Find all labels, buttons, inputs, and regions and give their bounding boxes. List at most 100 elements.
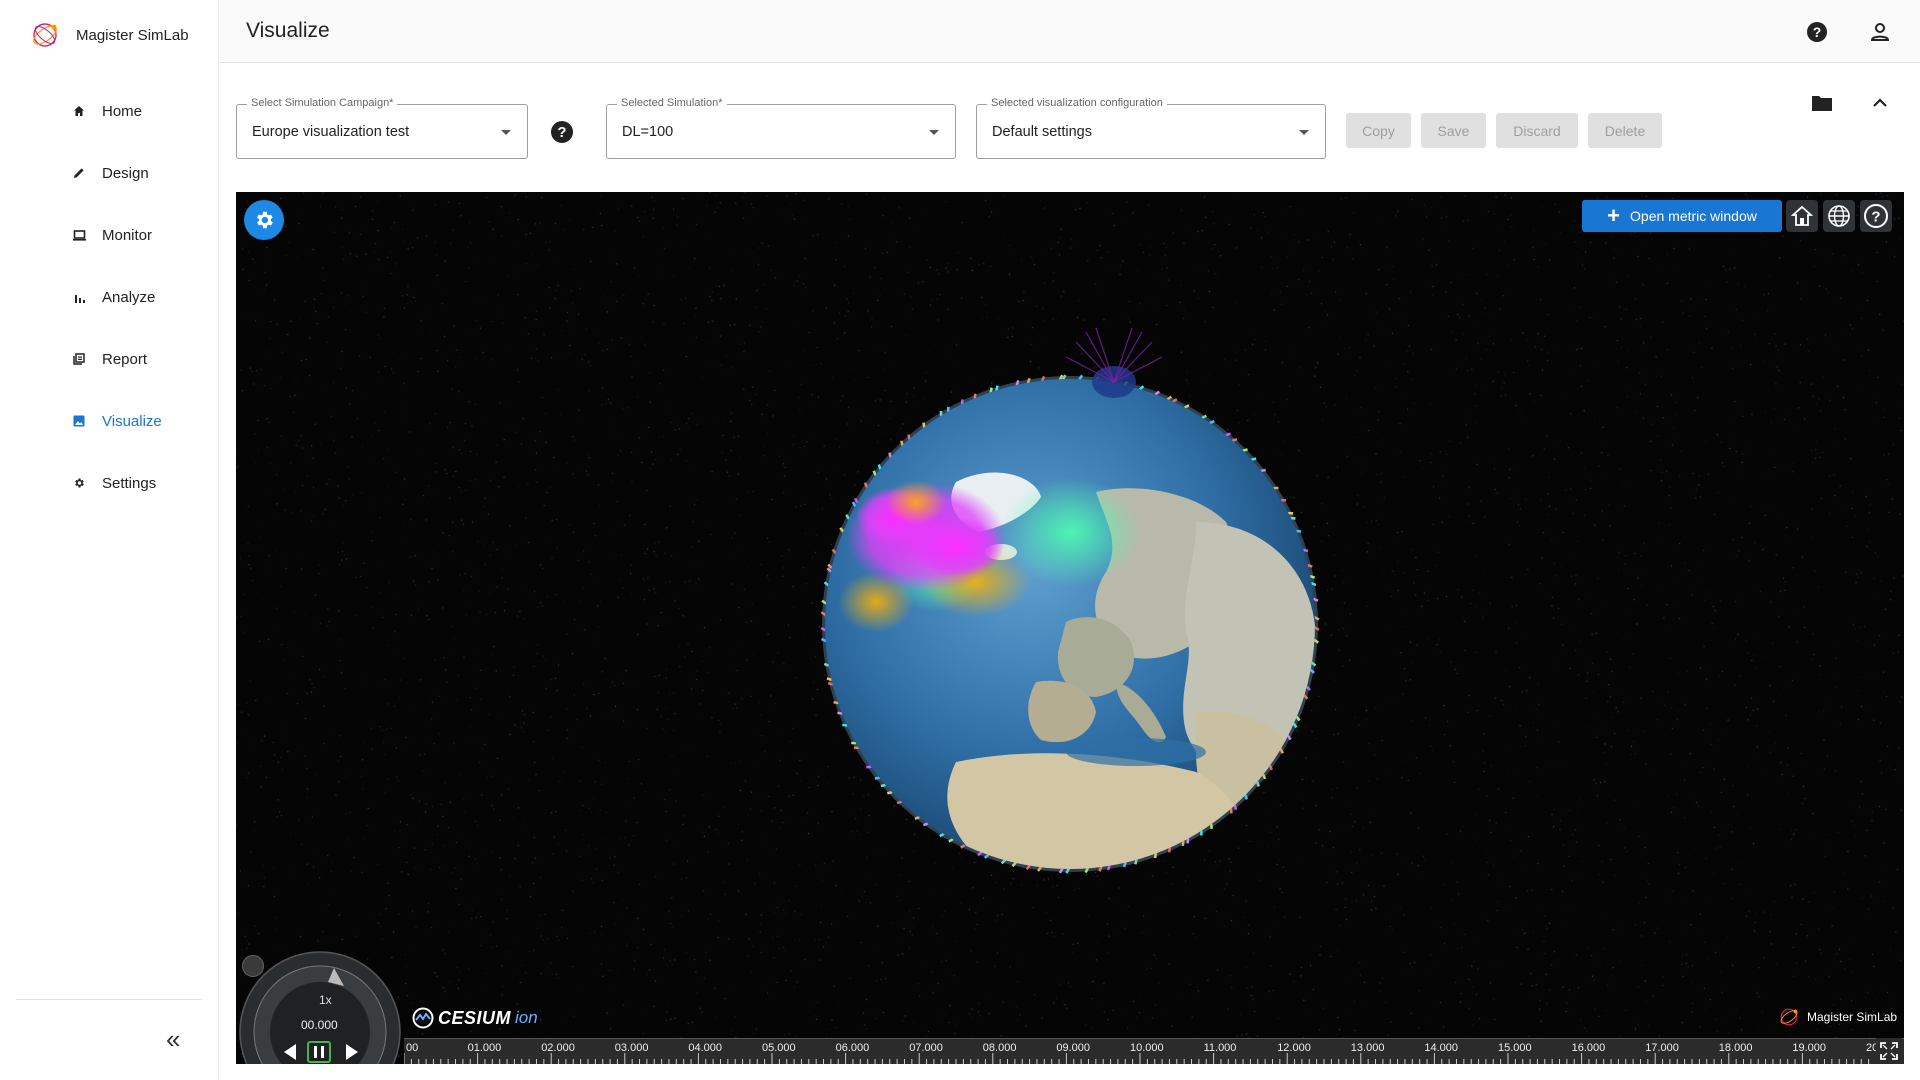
plus-icon: +: [1607, 203, 1621, 228]
vis-config-select-label: Selected visualization configuration: [987, 97, 1167, 109]
timeline-tick-label: 17.000: [1645, 1042, 1679, 1054]
top-header: Visualize ?: [220, 0, 1920, 63]
brand[interactable]: Magister SimLab: [28, 18, 189, 52]
timeline-tick-label: 09.000: [1056, 1042, 1091, 1054]
sidebar-item-label: Analyze: [102, 288, 156, 306]
bar-chart-icon: [72, 290, 86, 304]
timeline[interactable]: 00 01.000 02.000 03.000 04.000 05.000 06.000 07…: [404, 1038, 1904, 1064]
timeline-tick-label: 07.000: [909, 1042, 943, 1054]
simulation-select-value: DL=100: [622, 124, 674, 140]
brand-name: Magister SimLab: [76, 26, 189, 44]
sidebar-item-analyze[interactable]: Analyze: [0, 266, 219, 328]
cesium-logo-icon: [412, 1007, 434, 1029]
watermark-text: Magister SimLab: [1807, 1010, 1898, 1024]
pencil-icon: [72, 166, 86, 180]
timeline-tick-label: 11.000: [1203, 1042, 1237, 1054]
campaign-select-value: Europe visualization test: [252, 124, 410, 140]
help-circle-icon[interactable]: ?: [1805, 20, 1829, 44]
pause-icon: [321, 1046, 324, 1058]
sidebar-item-settings[interactable]: Settings: [0, 452, 219, 514]
campaign-select-label: Select Simulation Campaign*: [247, 97, 398, 109]
timeline-tick-label: 08.000: [982, 1042, 1017, 1054]
viewer-settings-button[interactable]: [244, 200, 284, 240]
svg-text:?: ?: [1871, 209, 1880, 226]
gear-icon: [257, 211, 273, 229]
sidebar-item-report[interactable]: Report: [0, 328, 219, 390]
chevron-up-icon[interactable]: [1872, 96, 1888, 108]
home-icon: [72, 104, 86, 118]
navigation-help-button[interactable]: ?: [1860, 200, 1892, 232]
animation-speed: 1x: [319, 993, 332, 1007]
sidebar-item-monitor[interactable]: Monitor: [0, 204, 219, 266]
sidebar: Magister SimLab Home Design Monitor Anal…: [0, 0, 219, 1080]
realtime-clock-icon[interactable]: [242, 955, 264, 977]
sidebar-nav: Home Design Monitor Analyze Report Visua…: [0, 80, 219, 514]
open-metric-window-label: Open metric window: [1630, 208, 1757, 224]
open-metric-window-button[interactable]: + Open metric window: [1582, 200, 1782, 232]
timeline-tick-label: 15.000: [1498, 1042, 1532, 1054]
pause-button[interactable]: [307, 1041, 331, 1063]
sidebar-item-home[interactable]: Home: [0, 80, 219, 142]
timeline-tick-label: 18.000: [1718, 1042, 1753, 1054]
delete-button[interactable]: Delete: [1588, 113, 1662, 148]
timeline-tick-label: 05.000: [762, 1042, 796, 1054]
chevron-down-icon: [1299, 130, 1309, 135]
cesium-brand: CESIUM: [438, 1007, 512, 1028]
simulation-select[interactable]: Selected Simulation* DL=100: [606, 97, 956, 159]
sidebar-divider: [16, 999, 202, 1000]
page-title: Visualize: [246, 19, 330, 42]
cesium-viewer[interactable]: + Open metric window ? 1x 00.000 CESIUM …: [236, 192, 1904, 1064]
collapse-sidebar-button[interactable]: «: [166, 1026, 180, 1052]
report-icon: [72, 352, 86, 366]
sidebar-item-label: Home: [102, 102, 143, 120]
timeline-tick-label: 19.000: [1792, 1042, 1827, 1054]
timeline-tick-label: 02.000: [541, 1042, 575, 1054]
simulation-select-label: Selected Simulation*: [617, 97, 727, 109]
user-account-icon[interactable]: [1868, 20, 1892, 44]
folder-icon[interactable]: [1811, 93, 1833, 113]
svg-text:?: ?: [1813, 24, 1822, 40]
home-icon: [1791, 205, 1813, 226]
globe-icon: [1828, 205, 1850, 227]
copy-button[interactable]: Copy: [1346, 113, 1411, 148]
timeline-tick-label: 12.000: [1277, 1042, 1311, 1054]
magister-logo-icon: [33, 23, 57, 47]
cesium-ion-logo[interactable]: CESIUM ion: [412, 1007, 538, 1029]
sidebar-item-visualize[interactable]: Visualize: [0, 390, 219, 452]
timeline-tick-label: 06.000: [835, 1042, 870, 1054]
sidebar-item-design[interactable]: Design: [0, 142, 219, 204]
gear-icon: [72, 476, 86, 490]
timeline-tick-label: 10.000: [1130, 1042, 1164, 1054]
magister-logo-icon: [1780, 1008, 1798, 1026]
sidebar-item-label: Settings: [102, 474, 157, 492]
timeline-tick-label: 01.000: [467, 1042, 502, 1054]
animation-time: 00.000: [301, 1018, 338, 1032]
cesium-ion-suffix: ion: [515, 1008, 538, 1027]
help-circle-icon: ?: [1864, 204, 1888, 228]
app-root: Magister SimLab Home Design Monitor Anal…: [0, 0, 1920, 1080]
fullscreen-icon: [1880, 1042, 1898, 1060]
image-icon: [72, 414, 86, 428]
vis-config-select-value: Default settings: [992, 124, 1092, 140]
timeline-tick-label: 14.000: [1424, 1042, 1459, 1054]
chevron-down-icon: [501, 130, 511, 135]
pause-icon: [314, 1046, 317, 1058]
magister-watermark: Magister SimLab: [1777, 1005, 1897, 1029]
timeline-tick-label: 03.000: [614, 1042, 649, 1054]
campaign-help-button[interactable]: ?: [551, 121, 573, 143]
discard-button[interactable]: Discard: [1496, 113, 1578, 148]
sidebar-item-label: Visualize: [102, 412, 162, 430]
timeline-tick-label: 04.000: [688, 1042, 723, 1054]
globe-scene[interactable]: [236, 192, 1904, 1064]
timeline-tick-label: 00: [406, 1042, 419, 1054]
sidebar-item-label: Monitor: [102, 226, 153, 244]
scene-mode-button[interactable]: [1823, 200, 1855, 232]
campaign-select[interactable]: Select Simulation Campaign* Europe visua…: [236, 97, 528, 159]
fullscreen-button[interactable]: [1876, 1038, 1902, 1064]
vis-config-select[interactable]: Selected visualization configuration Def…: [976, 97, 1326, 159]
monitor-icon: [72, 228, 86, 242]
home-view-button[interactable]: [1786, 200, 1818, 232]
timeline-tick-label: 16.000: [1571, 1042, 1606, 1054]
save-button[interactable]: Save: [1421, 113, 1486, 148]
sidebar-item-label: Report: [102, 350, 148, 368]
